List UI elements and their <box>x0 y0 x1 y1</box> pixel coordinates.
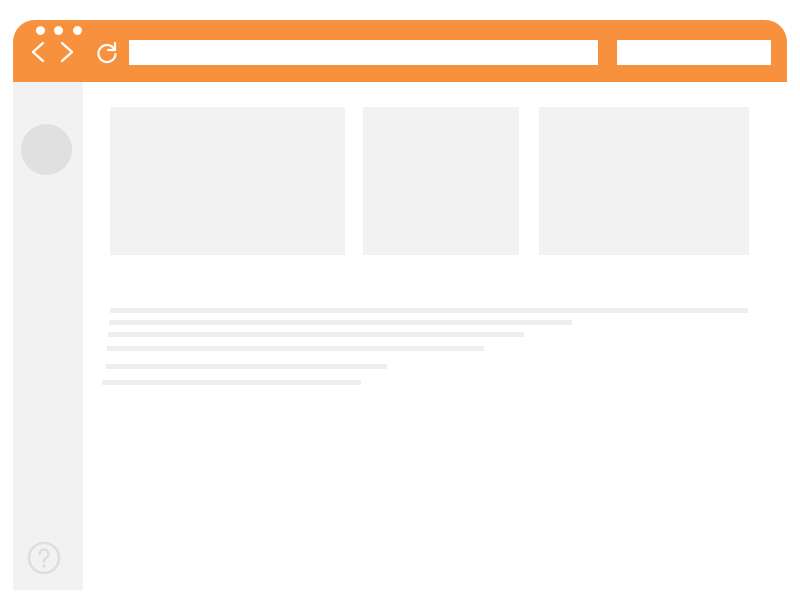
main-content <box>83 82 787 590</box>
window-dot-close[interactable] <box>36 26 45 35</box>
chevron-left-icon <box>31 41 45 63</box>
chevron-right-icon <box>60 41 74 63</box>
reload-icon <box>97 41 117 64</box>
placeholder-text-line <box>108 332 524 337</box>
placeholder-text-line <box>107 346 484 351</box>
forward-button[interactable] <box>55 41 77 63</box>
window-dot-minimize[interactable] <box>54 26 63 35</box>
address-bar[interactable] <box>129 40 598 65</box>
placeholder-text-line <box>110 308 748 313</box>
question-circle-icon <box>27 541 61 575</box>
placeholder-text-line <box>109 320 572 325</box>
sidebar <box>13 82 83 590</box>
search-input[interactable] <box>617 40 771 65</box>
placeholder-card[interactable] <box>363 107 519 255</box>
back-button[interactable] <box>28 41 50 63</box>
browser-toolbar <box>13 20 787 82</box>
help-button[interactable] <box>27 541 61 575</box>
reload-button[interactable] <box>95 40 119 64</box>
browser-window <box>13 20 787 590</box>
placeholder-card[interactable] <box>539 107 749 255</box>
placeholder-text-line <box>106 364 387 369</box>
window-dot-maximize[interactable] <box>73 26 82 35</box>
placeholder-text-line <box>102 380 361 385</box>
avatar[interactable] <box>21 124 72 175</box>
page <box>0 0 800 600</box>
placeholder-card[interactable] <box>110 107 345 255</box>
